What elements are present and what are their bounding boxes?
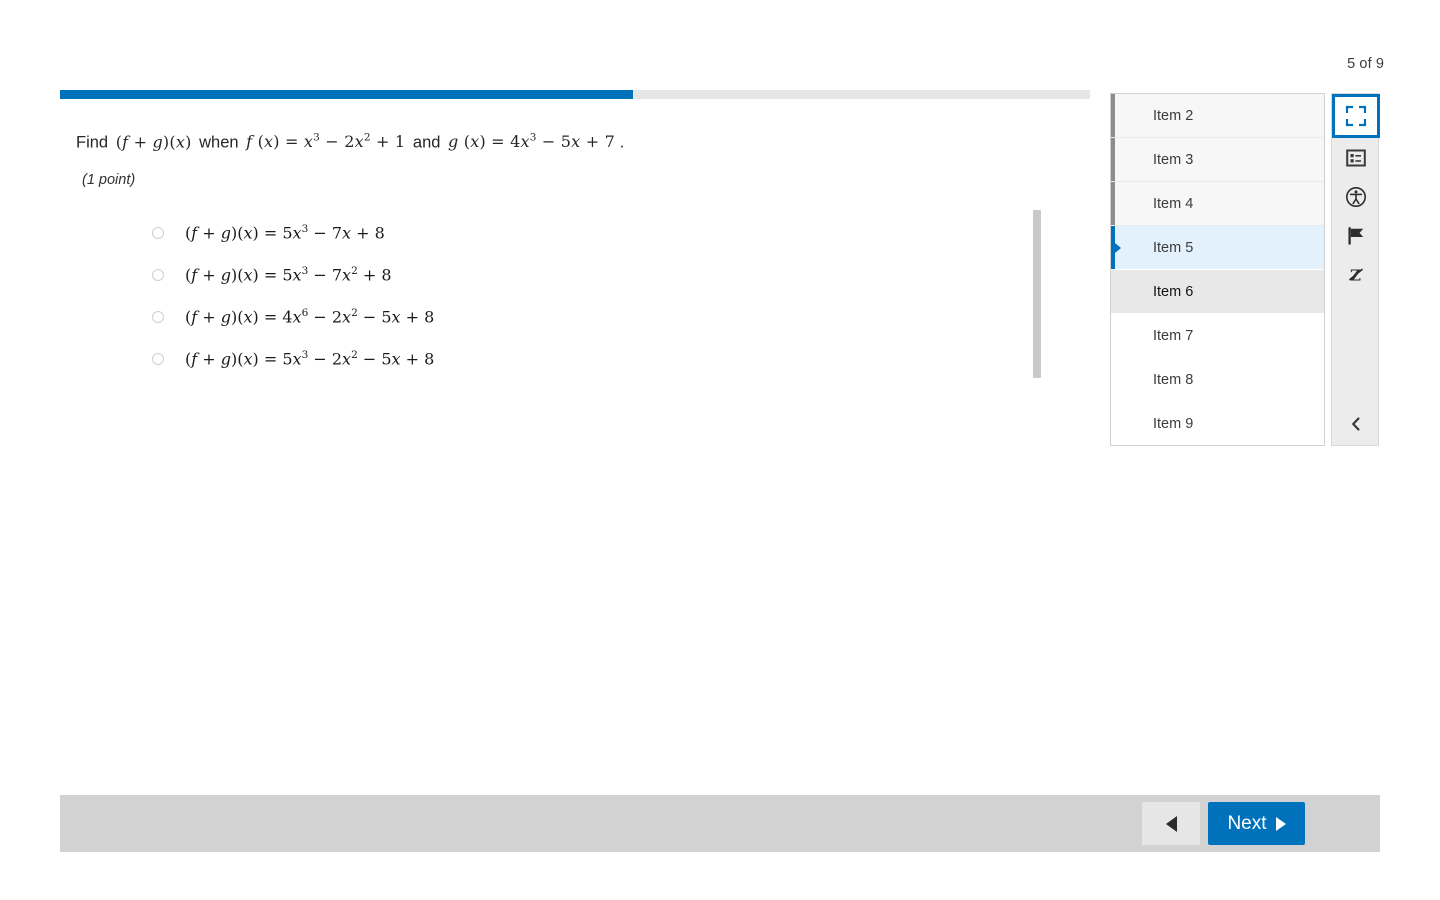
next-button[interactable]: Next [1208,802,1305,845]
answer-option-b[interactable]: (f + g)(x) = 5x3 − 7x2 + 8 [90,254,1050,296]
answer-option-c[interactable]: (f + g)(x) = 4x6 − 2x2 − 5x + 8 [90,296,1050,338]
accessibility-button[interactable] [1332,177,1380,216]
strikethrough-icon: Z [1346,265,1366,285]
item-list-button[interactable] [1332,138,1380,177]
item-nav-row[interactable]: Item 5 [1111,226,1324,270]
flag-icon [1346,226,1366,246]
item-nav-label: Item 4 [1153,195,1194,212]
question-prefix: Find [76,133,109,152]
answer-option-b-label: (f + g)(x) = 5x3 − 7x2 + 8 [185,265,392,285]
next-button-label: Next [1227,812,1267,834]
item-nav-row[interactable]: Item 6 [1111,270,1324,314]
item-counter: 5 of 9 [1347,56,1384,72]
item-nav-row[interactable]: Item 2 [1111,94,1324,138]
answer-option-c-label: (f + g)(x) = 4x6 − 2x2 − 5x + 8 [185,307,435,327]
item-nav-row[interactable]: Item 7 [1111,314,1324,358]
triangle-right-icon [1275,816,1286,831]
function-sum-expression: (f + g)(x) [115,132,192,152]
item-nav-label: Item 7 [1153,327,1194,344]
answer-option-d-label: (f + g)(x) = 5x3 − 2x2 − 5x + 8 [185,349,435,369]
tool-sidebar: Z [1331,93,1380,446]
strikethrough-button[interactable]: Z [1332,255,1380,294]
item-nav-label: Item 9 [1153,415,1194,432]
points-label: (1 point) [82,172,136,188]
item-nav-label: Item 3 [1153,151,1194,168]
radio-button-d[interactable] [152,353,164,365]
flag-button[interactable] [1332,216,1380,255]
chevron-left-icon [1349,416,1363,432]
item-nav-row[interactable]: Item 4 [1111,182,1324,226]
triangle-left-icon [1165,815,1177,832]
fullscreen-icon [1345,105,1367,127]
item-nav-label: Item 5 [1153,239,1194,256]
item-nav-row[interactable]: Item 3 [1111,138,1324,182]
item-nav-label: Item 8 [1153,371,1194,388]
item-nav-row[interactable]: Item 8 [1111,358,1324,402]
answer-option-a[interactable]: (f + g)(x) = 5x3 − 7x + 8 [90,212,1050,254]
answer-option-a-label: (f + g)(x) = 5x3 − 7x + 8 [185,223,385,243]
radio-button-a[interactable] [152,227,164,239]
radio-button-b[interactable] [152,269,164,281]
item-nav-label: Item 2 [1153,107,1194,124]
accessibility-icon [1345,186,1367,208]
previous-button[interactable] [1142,802,1200,845]
item-list-icon [1346,148,1366,168]
content-scrollbar-thumb[interactable] [1033,210,1041,378]
f-definition: f (x) = x3 − 2x2 + 1 [246,132,406,152]
collapse-panel-button[interactable] [1332,407,1380,441]
navigation-footer: Next [60,795,1380,852]
progress-bar [60,90,1090,99]
question-and: and [412,133,441,152]
assessment-page: 5 of 9 Find (f + g)(x) when f (x) = x3 −… [0,0,1440,900]
progress-bar-fill [60,90,633,99]
answer-option-d[interactable]: (f + g)(x) = 5x3 − 2x2 − 5x + 8 [90,338,1050,380]
g-definition: g (x) = 4x3 − 5x + 7 [448,132,615,152]
question-stem: Find (f + g)(x) when f (x) = x3 − 2x2 + … [76,132,625,152]
answer-options: (f + g)(x) = 5x3 − 7x + 8 (f + g)(x) = 5… [90,212,1050,380]
item-navigator: Item 2 Item 3 Item 4 Item 5 Item 6 Item 7 Item… [1110,93,1325,446]
radio-button-c[interactable] [152,311,164,323]
fullscreen-button[interactable] [1332,94,1380,138]
item-nav-row[interactable]: Item 9 [1111,402,1324,445]
question-panel: Find (f + g)(x) when f (x) = x3 − 2x2 + … [60,112,1090,784]
item-nav-label: Item 6 [1153,283,1194,300]
question-mid: when [199,133,239,152]
